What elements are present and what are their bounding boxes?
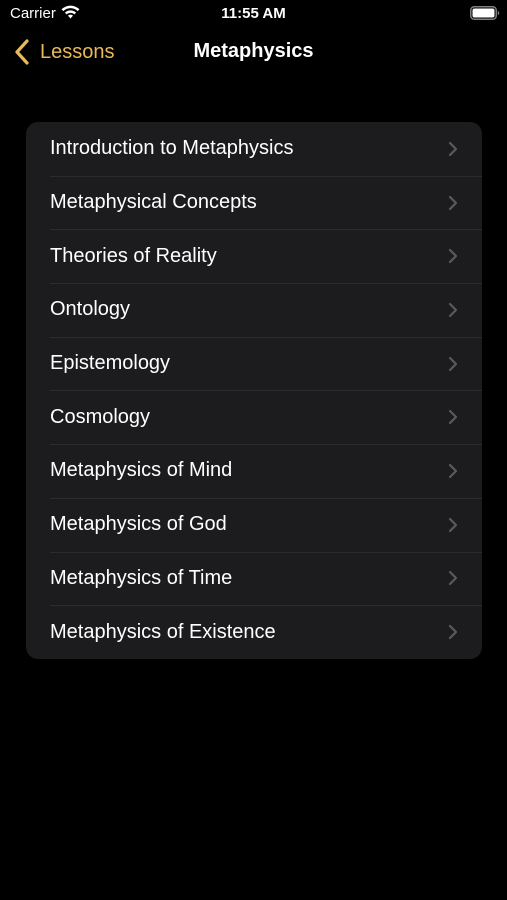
list-item[interactable]: Theories of Reality bbox=[26, 229, 482, 283]
list-item[interactable]: Metaphysics of Time bbox=[26, 551, 482, 606]
list-item-label: Metaphysics of Mind bbox=[50, 459, 233, 482]
chevron-right-icon bbox=[448, 302, 458, 318]
chevron-right-icon bbox=[448, 195, 458, 210]
list-item[interactable]: Metaphysical Concepts bbox=[26, 175, 482, 230]
list-item-label: Ontology bbox=[50, 298, 131, 321]
list-item[interactable]: Epistemology bbox=[26, 336, 482, 391]
list-item[interactable]: Metaphysics of Existence bbox=[26, 605, 482, 659]
chevron-right-icon bbox=[448, 141, 458, 156]
chevron-right-icon bbox=[448, 410, 458, 425]
list-item[interactable]: Cosmology bbox=[26, 390, 482, 444]
chevron-right-icon bbox=[448, 571, 458, 586]
list-item[interactable]: Ontology bbox=[26, 283, 482, 337]
list-item[interactable]: Metaphysics of God bbox=[26, 497, 482, 552]
list-item-label: Epistemology bbox=[50, 352, 171, 375]
status-bar: Carrier 11:55 AM bbox=[0, 0, 507, 28]
chevron-right-icon bbox=[448, 624, 458, 640]
chevron-right-icon bbox=[448, 463, 458, 479]
list-item-label: Theories of Reality bbox=[50, 244, 217, 267]
list-item-label: Cosmology bbox=[50, 405, 151, 428]
chevron-right-icon bbox=[448, 249, 458, 264]
chevron-right-icon bbox=[448, 356, 458, 371]
battery-icon bbox=[470, 6, 500, 20]
navigation-bar: Lessons Metaphysics bbox=[0, 30, 507, 74]
chevron-right-icon bbox=[448, 517, 458, 532]
list-item[interactable]: Metaphysics of Mind bbox=[26, 444, 482, 498]
list-item-label: Metaphysics of Time bbox=[50, 566, 233, 589]
list-item-label: Introduction to Metaphysics bbox=[50, 137, 294, 160]
list-item-label: Metaphysics of Existence bbox=[50, 620, 276, 643]
lessons-list: Introduction to Metaphysics Metaphysical… bbox=[26, 122, 482, 659]
list-item-label: Metaphysics of God bbox=[50, 513, 227, 536]
list-item[interactable]: Introduction to Metaphysics bbox=[26, 122, 482, 176]
status-time: 11:55 AM bbox=[221, 5, 286, 22]
page-title: Metaphysics bbox=[193, 40, 314, 62]
list-item-label: Metaphysical Concepts bbox=[50, 191, 257, 214]
